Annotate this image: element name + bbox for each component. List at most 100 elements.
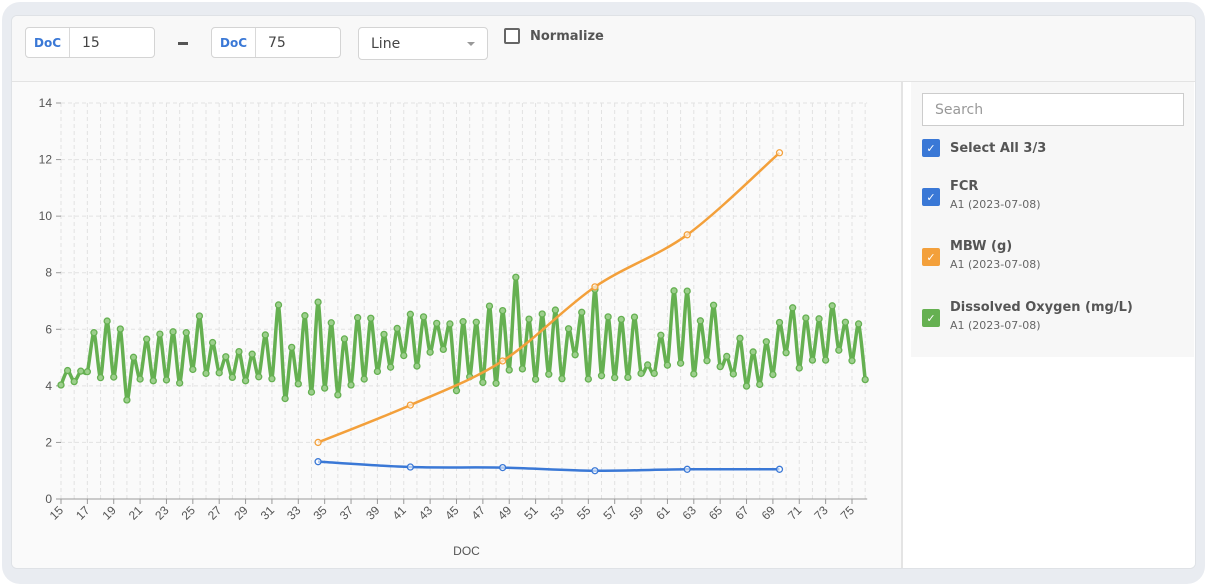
data-point-dissolved-oxygen-mg-l: [294, 380, 302, 388]
data-point-dissolved-oxygen-mg-l: [663, 361, 672, 369]
data-point-dissolved-oxygen-mg-l: [419, 313, 428, 321]
x-tick-label: 57: [600, 503, 620, 523]
legend-item-dissolved-oxygen[interactable]: ✓ Dissolved Oxygen (mg/L) A1 (2023-07-08…: [922, 300, 1133, 332]
data-point-dissolved-oxygen-mg-l: [736, 334, 744, 342]
data-point-dissolved-oxygen-mg-l: [861, 375, 869, 384]
data-point-dissolved-oxygen-mg-l: [762, 338, 770, 346]
data-point-dissolved-oxygen-mg-l: [103, 317, 111, 325]
x-tick-label: 61: [653, 503, 673, 523]
data-point-dissolved-oxygen-mg-l: [578, 308, 586, 316]
legend-item-mbw[interactable]: ✓ MBW (g) A1 (2023-07-08): [922, 239, 1041, 271]
doc-to-input[interactable]: [256, 33, 340, 52]
doc-from-input[interactable]: [70, 33, 154, 52]
data-point-dissolved-oxygen-mg-l: [854, 320, 863, 328]
data-point-dissolved-oxygen-mg-l: [327, 319, 335, 327]
data-point-dissolved-oxygen-mg-l: [248, 350, 256, 358]
data-point-dissolved-oxygen-mg-l: [703, 357, 711, 365]
mbw-checkbox[interactable]: ✓: [922, 248, 940, 266]
select-all-checkbox-row[interactable]: ✓ Select All 3/3: [922, 139, 1046, 157]
data-point-dissolved-oxygen-mg-l: [241, 377, 250, 385]
data-point-dissolved-oxygen-mg-l: [769, 370, 777, 379]
legend-search-input[interactable]: [922, 93, 1184, 126]
data-point-dissolved-oxygen-mg-l: [228, 373, 237, 382]
doc-from-prefix: DoC: [26, 28, 70, 57]
data-point-dissolved-oxygen-mg-l: [808, 356, 817, 364]
select-all-checkbox[interactable]: ✓: [922, 139, 940, 157]
data-point-dissolved-oxygen-mg-l: [723, 352, 731, 361]
data-point-dissolved-oxygen-mg-l: [597, 372, 606, 380]
range-separator: [178, 42, 188, 45]
data-point-dissolved-oxygen-mg-l: [835, 346, 843, 354]
y-tick-label: 10: [39, 209, 53, 223]
doc-from-input-group: DoC: [25, 27, 155, 58]
legend-item-fcr[interactable]: ✓ FCR A1 (2023-07-08): [922, 179, 1041, 211]
data-point-dissolved-oxygen-mg-l: [281, 394, 289, 403]
legend-item-subtitle: A1 (2023-07-08): [950, 198, 1041, 211]
data-point-dissolved-oxygen-mg-l: [334, 391, 342, 399]
data-point-dissolved-oxygen-mg-l: [63, 366, 72, 375]
data-point-dissolved-oxygen-mg-l: [274, 301, 283, 309]
data-point-mbw-g: [683, 231, 691, 239]
x-tick-label: 37: [337, 503, 357, 523]
y-tick-label: 4: [45, 379, 52, 393]
data-point-dissolved-oxygen-mg-l: [182, 329, 190, 337]
x-tick-label: 25: [179, 503, 199, 523]
x-tick-label: 69: [759, 503, 779, 523]
x-tick-label: 53: [548, 503, 568, 523]
data-point-dissolved-oxygen-mg-l: [452, 387, 461, 395]
data-point-fcr: [683, 465, 691, 473]
data-point-dissolved-oxygen-mg-l: [413, 362, 421, 370]
chart-type-select[interactable]: Line: [358, 27, 488, 60]
data-point-dissolved-oxygen-mg-l: [189, 365, 197, 374]
x-tick-label: 67: [732, 503, 752, 523]
data-point-dissolved-oxygen-mg-l: [373, 367, 382, 376]
data-point-dissolved-oxygen-mg-l: [551, 306, 560, 314]
data-point-dissolved-oxygen-mg-l: [498, 306, 507, 315]
data-point-dissolved-oxygen-mg-l: [756, 380, 764, 389]
x-tick-label: 17: [73, 503, 93, 523]
legend-item-title: MBW (g): [950, 239, 1013, 254]
select-all-label: Select All 3/3: [950, 140, 1047, 156]
data-point-dissolved-oxygen-mg-l: [749, 348, 757, 356]
x-tick-label: 47: [469, 503, 489, 523]
y-tick-label: 6: [45, 322, 52, 336]
data-point-dissolved-oxygen-mg-l: [215, 369, 223, 377]
x-tick-label: 21: [126, 503, 146, 523]
data-point-dissolved-oxygen-mg-l: [815, 315, 823, 323]
data-point-dissolved-oxygen-mg-l: [57, 381, 65, 389]
x-tick-label: 71: [785, 503, 805, 523]
data-point-mbw-g: [591, 283, 599, 291]
data-point-dissolved-oxygen-mg-l: [202, 369, 210, 378]
x-tick-label: 63: [680, 503, 700, 523]
data-point-dissolved-oxygen-mg-l: [782, 349, 790, 357]
data-point-dissolved-oxygen-mg-l: [802, 314, 810, 322]
normalize-toggle[interactable]: Normalize: [504, 28, 604, 44]
y-tick-label: 2: [45, 435, 52, 449]
data-point-dissolved-oxygen-mg-l: [683, 287, 691, 295]
data-point-dissolved-oxygen-mg-l: [380, 330, 388, 339]
chart-card: DoC DoC Line Normalize 02468101214151719…: [11, 15, 1196, 569]
data-point-fcr: [498, 463, 507, 472]
data-point-dissolved-oxygen-mg-l: [433, 319, 441, 327]
fcr-checkbox[interactable]: ✓: [922, 188, 940, 206]
x-tick-label: 55: [574, 503, 594, 523]
legend-item-title: FCR: [950, 179, 979, 194]
normalize-checkbox[interactable]: [504, 28, 520, 44]
data-point-dissolved-oxygen-mg-l: [400, 351, 408, 360]
data-point-dissolved-oxygen-mg-l: [650, 369, 658, 378]
data-point-dissolved-oxygen-mg-l: [742, 382, 751, 390]
toolbar: DoC DoC Line Normalize: [12, 16, 1195, 82]
data-point-dissolved-oxygen-mg-l: [531, 375, 540, 384]
legend-panel: ✓ Select All 3/3 ✓ FCR A1 (2023-07-08) ✓…: [903, 82, 1195, 568]
doc-to-prefix: DoC: [212, 28, 256, 57]
data-point-dissolved-oxygen-mg-l: [716, 362, 724, 371]
data-point-dissolved-oxygen-mg-l: [143, 335, 151, 343]
x-tick-label: 27: [205, 503, 225, 523]
data-point-dissolved-oxygen-mg-l: [83, 368, 92, 376]
data-point-dissolved-oxygen-mg-l: [347, 381, 355, 389]
chart-area: 0 2 4 6 8 10 12 14 15 17 19 21 23 25 27 29 31 33 35 37 39 41 4…: [12, 82, 893, 568]
dissolved-oxygen-checkbox[interactable]: ✓: [922, 309, 940, 327]
data-point-dissolved-oxygen-mg-l: [657, 331, 665, 339]
data-point-dissolved-oxygen-mg-l: [169, 328, 177, 336]
data-point-dissolved-oxygen-mg-l: [446, 320, 454, 328]
